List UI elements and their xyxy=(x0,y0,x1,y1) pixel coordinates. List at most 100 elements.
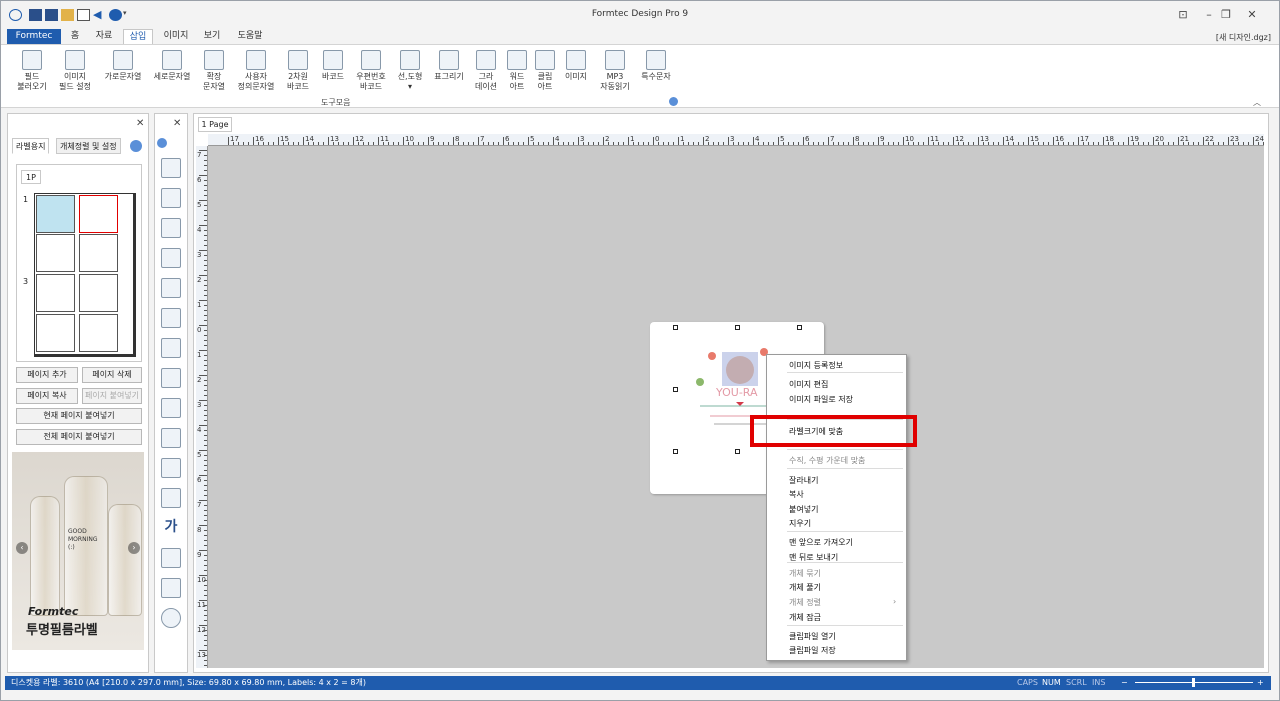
image-button[interactable]: 이미지 xyxy=(561,50,591,82)
add-page-button[interactable]: 페이지 추가 xyxy=(16,367,78,383)
paste-current-page-button[interactable]: 현재 페이지 붙여넣기 xyxy=(16,408,142,424)
tab-object-settings[interactable]: 개체정렬 및 설정 xyxy=(56,138,121,154)
ribbon-label: 그라 데이션 xyxy=(474,72,498,91)
tab-help[interactable]: 도움말 xyxy=(231,29,269,44)
delete-page-button[interactable]: 페이지 삭제 xyxy=(82,367,142,383)
tab-image[interactable]: 이미지 xyxy=(159,29,193,44)
table-tool-icon[interactable] xyxy=(161,458,181,478)
gradation-tool-icon[interactable] xyxy=(161,488,181,508)
context-menu-item[interactable]: 이미지 파일로 저장 xyxy=(789,394,853,405)
page-tab[interactable]: 1 Page xyxy=(198,117,232,132)
postal-barcode-tool-icon[interactable] xyxy=(161,398,181,418)
context-menu-item[interactable]: 클립파일 열기 xyxy=(789,631,836,642)
word-art-button[interactable]: 워드 아트 xyxy=(503,50,531,92)
image-field-tool-icon[interactable] xyxy=(161,188,181,208)
context-menu-item[interactable]: 지우기 xyxy=(789,518,811,529)
qr-code-button[interactable]: 2차원 바코드 xyxy=(281,50,315,92)
context-menu-item[interactable]: 이미지 편집 xyxy=(789,379,828,390)
vertical-text-icon xyxy=(162,50,182,70)
zoom-in-button[interactable]: + xyxy=(1257,676,1264,690)
qr-code-tool-icon[interactable] xyxy=(161,338,181,358)
label-cell[interactable] xyxy=(79,195,118,233)
word-art-tool-icon[interactable]: 가 xyxy=(161,518,181,538)
context-menu-item[interactable]: 수직, 수평 가운데 맞춤 xyxy=(789,455,865,466)
label-cell[interactable] xyxy=(79,234,118,272)
label-cell[interactable] xyxy=(36,274,75,312)
paste-all-pages-button[interactable]: 전체 페이지 붙여넣기 xyxy=(16,429,142,445)
tab-label-paper[interactable]: 라벨용지 xyxy=(12,138,50,154)
custom-text-button[interactable]: 사용자 정의문자열 xyxy=(233,50,279,92)
label-cell[interactable] xyxy=(79,274,118,312)
tab-data[interactable]: 자료 xyxy=(91,29,117,44)
mp3-autoread-button[interactable]: MP3 자동읽기 xyxy=(595,50,635,92)
barcode-tool-icon[interactable] xyxy=(161,368,181,388)
postal-barcode-button[interactable]: 우편번호 바코드 xyxy=(351,50,391,92)
close-button[interactable]: ✕ xyxy=(1240,7,1264,23)
horizontal-text-tool-icon[interactable] xyxy=(161,218,181,238)
barcode-button[interactable]: 바코드 xyxy=(317,50,349,82)
context-menu-item[interactable]: 복사 xyxy=(789,489,804,500)
context-menu-item[interactable]: 개체 묶기 xyxy=(789,568,821,579)
field-load-button[interactable]: 필드 불러오기 xyxy=(11,50,53,92)
copy-page-button[interactable]: 페이지 복사 xyxy=(16,388,78,404)
label-cell[interactable] xyxy=(36,234,75,272)
zoom-out-button[interactable]: − xyxy=(1121,676,1128,690)
field-tool-icon[interactable] xyxy=(161,158,181,178)
context-menu-item[interactable]: 개체 풀기 xyxy=(789,582,821,593)
close-icon[interactable]: ✕ xyxy=(136,118,144,129)
resize-handle[interactable] xyxy=(673,325,678,330)
paste-page-button[interactable]: 페이지 붙여넣기 xyxy=(82,388,142,404)
vertical-text-button[interactable]: 세로문자열 xyxy=(149,50,195,82)
next-arrow-icon[interactable]: › xyxy=(128,542,140,554)
work-area[interactable]: YOU-RA xyxy=(208,146,1264,668)
label-cell-selected[interactable] xyxy=(36,195,75,233)
image-field-button[interactable]: 이미지 필드 설정 xyxy=(53,50,97,92)
vertical-text-tool-icon[interactable] xyxy=(161,248,181,268)
context-menu-item[interactable]: 잘라내기 xyxy=(789,475,818,486)
ribbon-label: 사용자 정의문자열 xyxy=(237,72,275,91)
clip-art-button[interactable]: 클립 아트 xyxy=(531,50,559,92)
close-icon[interactable]: ✕ xyxy=(173,118,181,129)
horizontal-text-button[interactable]: 가로문자열 xyxy=(99,50,147,82)
resize-handle[interactable] xyxy=(735,325,740,330)
special-char-button[interactable]: 특수문자 xyxy=(637,50,675,82)
context-menu-item[interactable]: 맨 앞으로 가져오기 xyxy=(789,537,853,548)
context-menu-item[interactable]: 이미지 등록정보 xyxy=(789,360,843,371)
advertisement-banner[interactable]: GOOD MORNING (:) ‹ › Formtec 투명필름라벨 xyxy=(12,452,144,650)
strip-nav-icon[interactable] xyxy=(157,138,167,148)
label-cell[interactable] xyxy=(79,314,118,352)
resize-handle[interactable] xyxy=(735,449,740,454)
collapse-ribbon-icon[interactable]: ︿ xyxy=(1253,97,1261,108)
custom-text-tool-icon[interactable] xyxy=(161,308,181,328)
dialog-launcher-icon[interactable] xyxy=(669,97,678,106)
resize-handle[interactable] xyxy=(797,325,802,330)
restore-button[interactable]: ❐ xyxy=(1214,7,1238,23)
shape-tool-icon[interactable] xyxy=(161,428,181,448)
context-menu-item[interactable]: 개체 정렬 xyxy=(789,597,821,608)
clip-art-tool-icon[interactable] xyxy=(161,548,181,568)
context-menu-item[interactable]: 클립파일 저장 xyxy=(789,645,836,656)
context-menu-item[interactable]: 개체 잠금 xyxy=(789,612,821,623)
label-cell[interactable] xyxy=(36,314,75,352)
menu-separator xyxy=(787,449,903,450)
resize-handle[interactable] xyxy=(673,449,678,454)
tab-home[interactable]: 홈 xyxy=(65,29,85,44)
extended-text-button[interactable]: 확장 문자열 xyxy=(197,50,231,92)
draw-table-button[interactable]: 표그리기 xyxy=(429,50,469,82)
tab-formtec[interactable]: Formtec xyxy=(7,29,61,44)
zoom-slider-thumb[interactable] xyxy=(1192,678,1195,687)
prev-arrow-icon[interactable]: ‹ xyxy=(16,542,28,554)
line-shape-button[interactable]: 선,도형 ▾ xyxy=(393,50,427,92)
extended-text-tool-icon[interactable] xyxy=(161,278,181,298)
image-tool-icon[interactable] xyxy=(161,578,181,598)
ruler-tick xyxy=(1203,137,1204,145)
gradation-button[interactable]: 그라 데이션 xyxy=(471,50,501,92)
cd-tool-icon[interactable] xyxy=(161,608,181,628)
context-menu-item[interactable]: 붙여넣기 xyxy=(789,504,818,515)
panel-nav-icon[interactable] xyxy=(130,140,142,152)
tab-insert[interactable]: 삽입 xyxy=(123,29,153,44)
resize-handle[interactable] xyxy=(673,387,678,392)
sheet-page-tab[interactable]: 1P xyxy=(21,170,41,184)
tab-view[interactable]: 보기 xyxy=(199,29,225,44)
ribbon-display-icon[interactable]: ⊡ xyxy=(1171,7,1195,23)
